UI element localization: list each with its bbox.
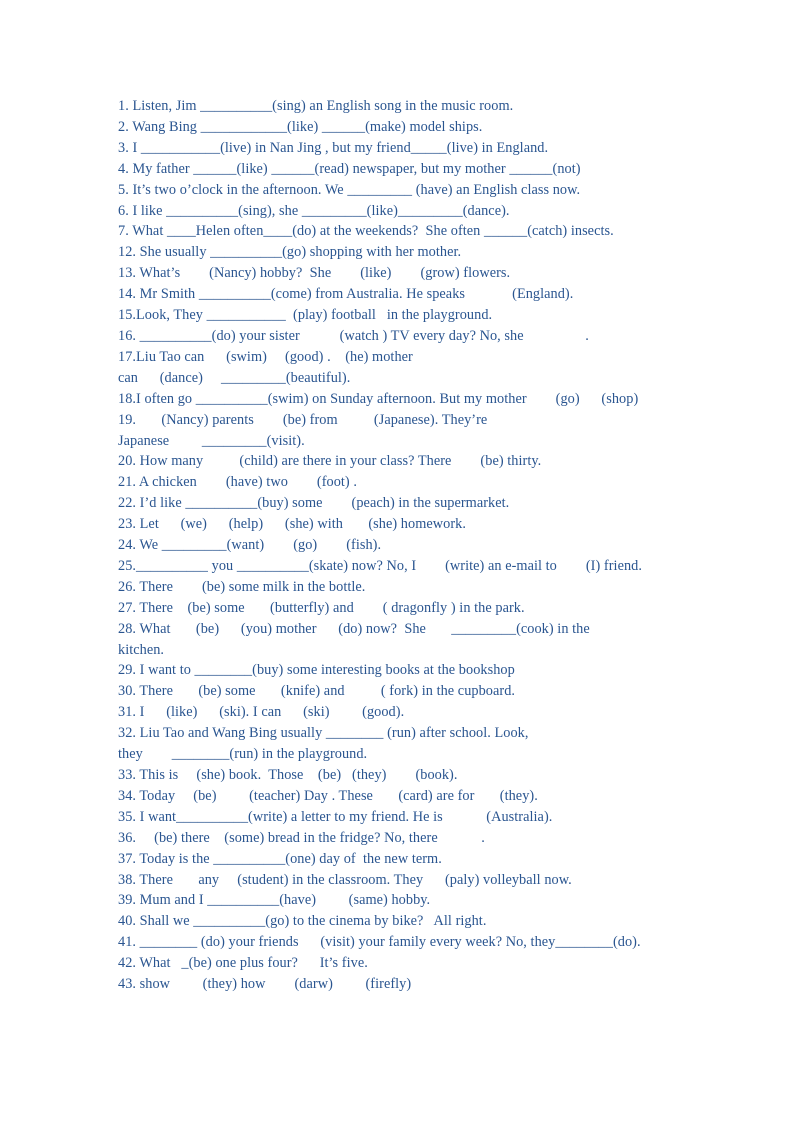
exercise-item: 12. She usually __________(go) shopping … — [118, 244, 462, 261]
exercise-item: 34. Today (be) (teacher) Day . These (ca… — [118, 787, 538, 804]
exercise-item-continuation: they ________(run) in the playground. — [118, 746, 368, 763]
exercise-list: 1. Listen, Jim __________(sing) an Engli… — [118, 96, 673, 995]
worksheet-page: 1. Listen, Jim __________(sing) an Engli… — [0, 0, 793, 1122]
exercise-item: 28. What (be) (you) mother (do) now? She… — [118, 620, 590, 637]
exercise-item: 21. A chicken (have) two (foot) . — [118, 474, 357, 491]
exercise-item-continuation: can (dance) _________(beautiful). — [118, 369, 351, 386]
exercise-item: 37. Today is the __________(one) day of … — [118, 850, 442, 867]
exercise-item: 40. Shall we __________(go) to the cinem… — [118, 913, 487, 930]
exercise-item: 33. This is (she) book. Those (be) (they… — [118, 767, 458, 783]
exercise-item: 7. What ____Helen often____(do) at the w… — [118, 223, 614, 240]
exercise-item-continuation: kitchen. — [118, 641, 165, 658]
exercise-item: 31. I (like) (ski). I can (ski) (good). — [118, 704, 405, 721]
exercise-item: 1. Listen, Jim __________(sing) an Engli… — [118, 98, 514, 114]
exercise-item: 23. Let (we) (help) (she) with (she) hom… — [118, 516, 466, 533]
exercise-item: 43. show (they) how (darw) (firefly) — [118, 976, 412, 993]
exercise-item: 20. How many (child) are there in your c… — [118, 453, 542, 470]
exercise-item: 15.Look, They ___________ (play) footbal… — [118, 307, 493, 324]
exercise-item: 13. What’s (Nancy) hobby? She (like) (gr… — [118, 265, 511, 282]
exercise-item: 22. I’d like __________(buy) some (peach… — [118, 495, 510, 512]
exercise-item: 18.I often go __________(swim) on Sunday… — [118, 390, 639, 407]
exercise-item: 41. ________ (do) your friends (visit) y… — [118, 934, 641, 951]
exercise-item: 3. I ___________(live) in Nan Jing , but… — [118, 139, 549, 156]
exercise-item-continuation: Japanese _________(visit). — [118, 432, 305, 449]
exercise-item: 4. My father ______(like) ______(read) n… — [118, 160, 581, 177]
exercise-item: 24. We _________(want) (go) (fish). — [118, 537, 382, 554]
exercise-item: 6. I like __________(sing), she ________… — [118, 202, 510, 219]
exercise-item: 16. __________(do) your sister (watch ) … — [118, 327, 589, 344]
exercise-item: 30. There (be) some (knife) and ( fork) … — [118, 683, 516, 700]
exercise-item: 38. There any (student) in the classroom… — [118, 871, 572, 888]
exercise-item: 17.Liu Tao can (swim) (good) . (he) moth… — [118, 348, 413, 365]
exercise-item: 19. (Nancy) parents (be) from (Japanese)… — [118, 411, 488, 428]
exercise-item: 39. Mum and I __________(have) (same) ho… — [118, 892, 431, 909]
exercise-item: 36. (be) there (some) bread in the fridg… — [118, 829, 485, 846]
exercise-item: 35. I want__________(write) a letter to … — [118, 808, 553, 825]
exercise-item: 5. It’s two o’clock in the afternoon. We… — [118, 181, 581, 198]
exercise-item: 14. Mr Smith __________(come) from Austr… — [118, 286, 574, 303]
exercise-item: 32. Liu Tao and Wang Bing usually ______… — [118, 725, 529, 742]
exercise-item: 25.__________ you __________(skate) now?… — [118, 557, 642, 574]
exercise-item: 42. What _(be) one plus four? It’s five. — [118, 955, 368, 972]
exercise-item: 29. I want to ________(buy) some interes… — [118, 662, 515, 679]
exercise-item: 27. There (be) some (butterfly) and ( dr… — [118, 599, 525, 616]
exercise-item: 26. There (be) some milk in the bottle. — [118, 578, 366, 595]
exercise-item: 2. Wang Bing ____________(like) ______(m… — [118, 118, 483, 135]
